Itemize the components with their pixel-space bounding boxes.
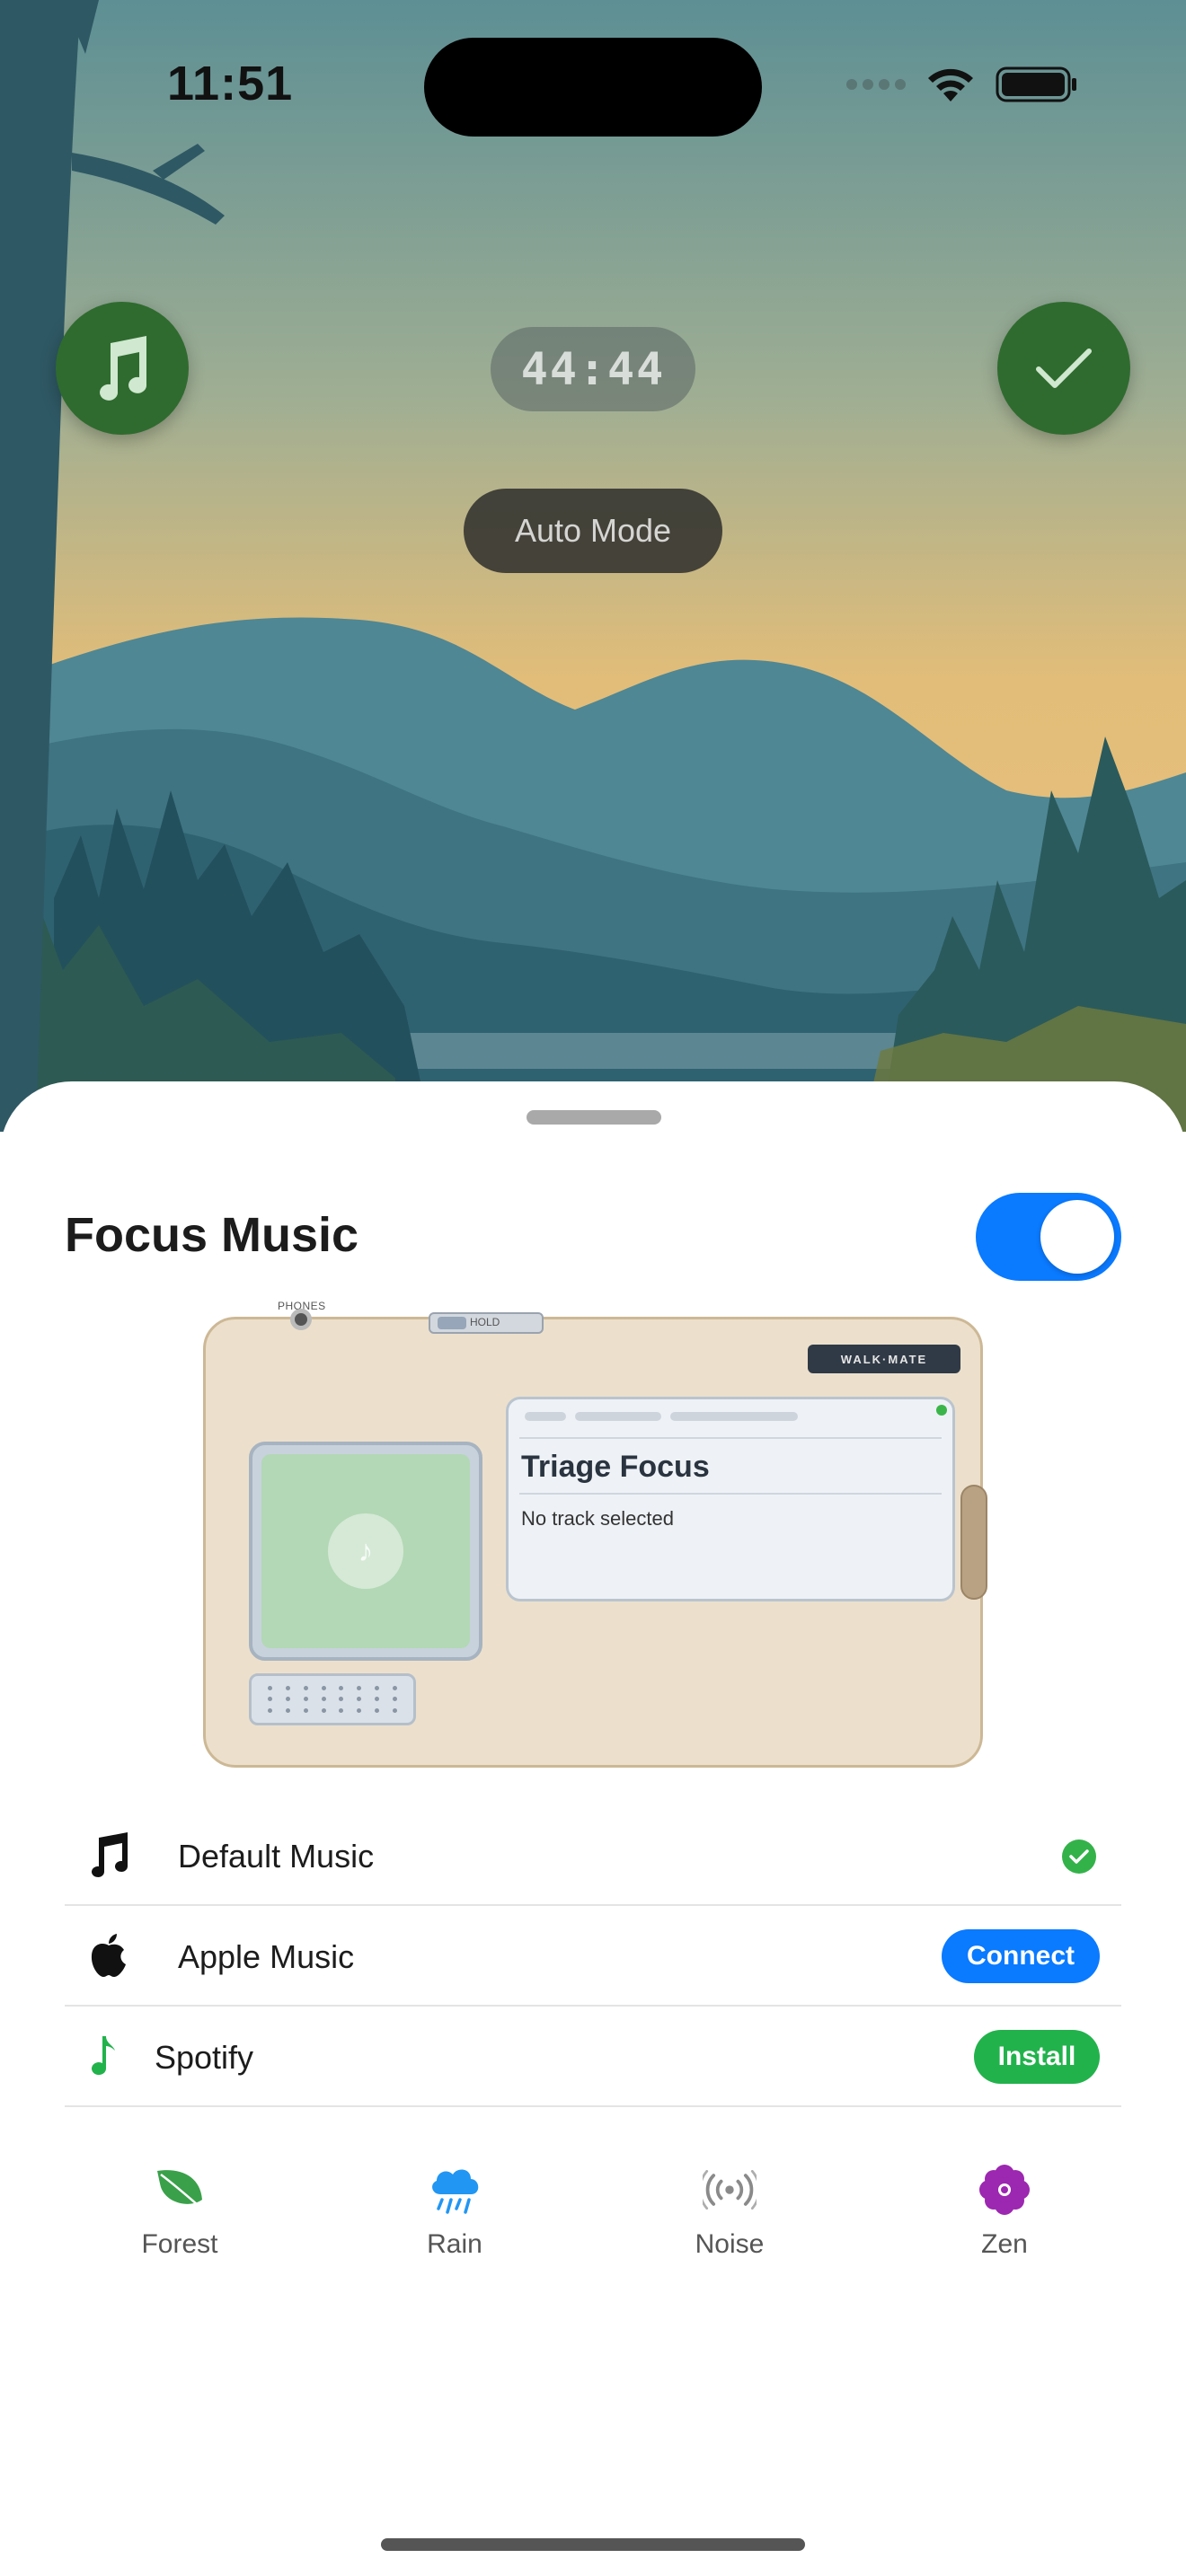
brand-badge: WALK·MATE xyxy=(808,1345,960,1373)
apple-icon xyxy=(86,1933,131,1978)
track-title: Triage Focus xyxy=(521,1450,710,1484)
sheet-title: Focus Music xyxy=(65,1208,359,1262)
auto-mode-button[interactable]: Auto Mode xyxy=(464,489,722,573)
timer-display: 44:44 xyxy=(491,327,695,411)
service-row-default-music[interactable]: Default Music xyxy=(65,1805,1121,1906)
track-status: No track selected xyxy=(521,1507,674,1530)
sound-rain[interactable]: Rain xyxy=(383,2163,527,2260)
focus-music-toggle[interactable] xyxy=(976,1193,1121,1281)
rain-cloud-icon xyxy=(428,2163,482,2217)
sheet-grabber[interactable] xyxy=(527,1110,661,1125)
status-led xyxy=(936,1405,947,1416)
toggle-knob xyxy=(1040,1200,1114,1274)
wifi-icon xyxy=(928,68,973,101)
sound-forest[interactable]: Forest xyxy=(108,2163,252,2260)
cellular-signal-icon xyxy=(846,79,906,90)
volume-wheel xyxy=(960,1485,987,1600)
checkmark-icon xyxy=(1036,348,1092,388)
dynamic-island xyxy=(424,38,762,137)
player-screen: Triage Focus No track selected xyxy=(506,1397,955,1601)
status-icons xyxy=(846,65,1078,104)
service-label: Default Music xyxy=(178,1838,375,1875)
service-label: Spotify xyxy=(155,2039,254,2076)
home-indicator[interactable] xyxy=(381,2538,805,2551)
install-button[interactable]: Install xyxy=(974,2030,1100,2084)
sound-zen[interactable]: Zen xyxy=(933,2163,1076,2260)
complete-button[interactable] xyxy=(997,302,1130,435)
sound-noise[interactable]: Noise xyxy=(658,2163,801,2260)
sound-label: Forest xyxy=(141,2229,218,2259)
battery-icon xyxy=(996,66,1076,102)
phones-jack xyxy=(290,1309,312,1330)
album-note-icon: ♪ xyxy=(328,1513,403,1589)
screen-bars xyxy=(525,1412,798,1421)
hold-switch: HOLD xyxy=(429,1312,544,1334)
music-button[interactable] xyxy=(56,302,189,435)
flower-icon xyxy=(978,2163,1031,2217)
music-player-illustration: PHONES HOLD WALK·MATE ♪ Triage Focus No … xyxy=(203,1300,987,1768)
broadcast-icon xyxy=(703,2163,757,2217)
focus-music-sheet: Focus Music PHONES HOLD WALK·MATE ♪ Tria… xyxy=(0,1081,1186,2576)
album-art: ♪ xyxy=(249,1442,482,1661)
hold-switch-nub xyxy=(438,1317,466,1329)
sound-label: Noise xyxy=(695,2229,765,2259)
hold-label: HOLD xyxy=(470,1316,500,1328)
leaf-icon xyxy=(153,2163,207,2217)
spotify-note-icon xyxy=(79,2033,124,2078)
service-row-spotify[interactable]: Spotify Install xyxy=(65,2007,1121,2107)
service-row-apple-music[interactable]: Apple Music Connect xyxy=(65,1906,1121,2007)
music-note-icon xyxy=(86,1832,131,1877)
music-note-icon xyxy=(100,336,147,401)
connect-button[interactable]: Connect xyxy=(942,1929,1100,1983)
service-label: Apple Music xyxy=(178,1938,355,1975)
status-time: 11:51 xyxy=(167,57,294,110)
sound-label: Zen xyxy=(981,2229,1028,2259)
speaker-grill xyxy=(249,1673,416,1725)
selected-check-icon xyxy=(1062,1839,1096,1874)
sound-label: Rain xyxy=(427,2229,482,2259)
